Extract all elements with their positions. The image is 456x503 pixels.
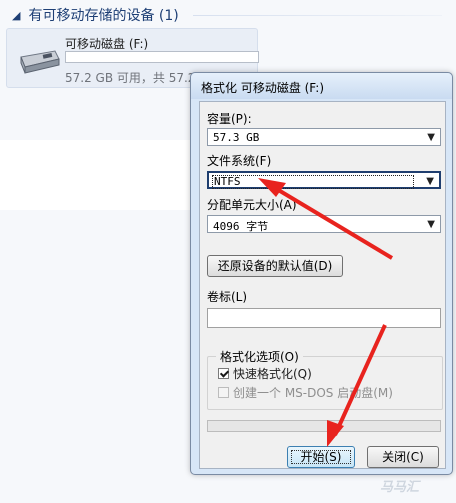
explorer-empty-area <box>0 140 195 210</box>
drive-name: 可移动磁盘 (F:) <box>65 37 149 51</box>
format-options-legend: 格式化选项(O) <box>216 348 303 365</box>
volume-label: 卷标(L) <box>207 290 248 304</box>
format-options-group: 格式化选项(O) 快速格式化(Q) 创建一个 MS-DOS 启动盘(M) <box>207 348 443 410</box>
dialog-client-area: 容量(P): 57.3 GB ▼ 文件系统(F) NTFS ▼ 分配单元大小(A… <box>199 101 446 469</box>
quick-format-checkbox[interactable] <box>218 368 229 379</box>
collapse-chevron-icon[interactable]: ◢ <box>12 9 20 22</box>
filesystem-select[interactable]: NTFS ▼ <box>207 171 441 189</box>
allocation-select[interactable]: 4096 字节 ▼ <box>207 215 441 233</box>
format-progress-bar <box>207 420 441 432</box>
focus-rect <box>212 175 414 189</box>
close-button[interactable]: 关闭(C) <box>367 446 439 468</box>
capacity-label: 容量(P): <box>207 112 252 126</box>
group-header-rule <box>192 14 442 16</box>
restore-defaults-button[interactable]: 还原设备的默认值(D) <box>207 255 343 277</box>
msdos-label: 创建一个 MS-DOS 启动盘(M) <box>233 386 393 400</box>
dropdown-arrow-icon: ▼ <box>427 132 435 143</box>
group-header-label: 有可移动存储的设备 (1) <box>28 8 179 24</box>
dialog-titlebar[interactable]: 格式化 可移动磁盘 (F:) <box>191 73 452 99</box>
quick-format-option[interactable]: 快速格式化(Q) <box>218 365 312 382</box>
filesystem-label: 文件系统(F) <box>207 154 272 168</box>
usb-drive-icon <box>20 50 60 74</box>
watermark: 马马汇 <box>380 480 420 495</box>
filesystem-value: NTFS <box>214 175 241 188</box>
capacity-value: 57.3 GB <box>213 131 260 144</box>
dialog-title: 格式化 可移动磁盘 (F:) <box>201 81 325 95</box>
volume-label-input[interactable] <box>207 308 441 328</box>
drive-usage-bar <box>65 51 259 63</box>
focus-rect <box>291 450 351 464</box>
start-button[interactable]: 开始(S) <box>287 446 355 468</box>
dropdown-arrow-icon: ▼ <box>426 176 434 187</box>
dropdown-arrow-icon: ▼ <box>427 219 435 230</box>
allocation-label: 分配单元大小(A) <box>207 198 297 212</box>
quick-format-label: 快速格式化(Q) <box>233 367 312 381</box>
msdos-checkbox <box>218 387 229 398</box>
allocation-value: 4096 字节 <box>213 220 269 233</box>
devices-group-header[interactable]: ◢ 有可移动存储的设备 (1) <box>12 4 442 26</box>
msdos-option: 创建一个 MS-DOS 启动盘(M) <box>218 384 393 401</box>
format-dialog: 格式化 可移动磁盘 (F:) 容量(P): 57.3 GB ▼ 文件系统(F) … <box>190 72 453 475</box>
capacity-select[interactable]: 57.3 GB ▼ <box>207 128 441 146</box>
